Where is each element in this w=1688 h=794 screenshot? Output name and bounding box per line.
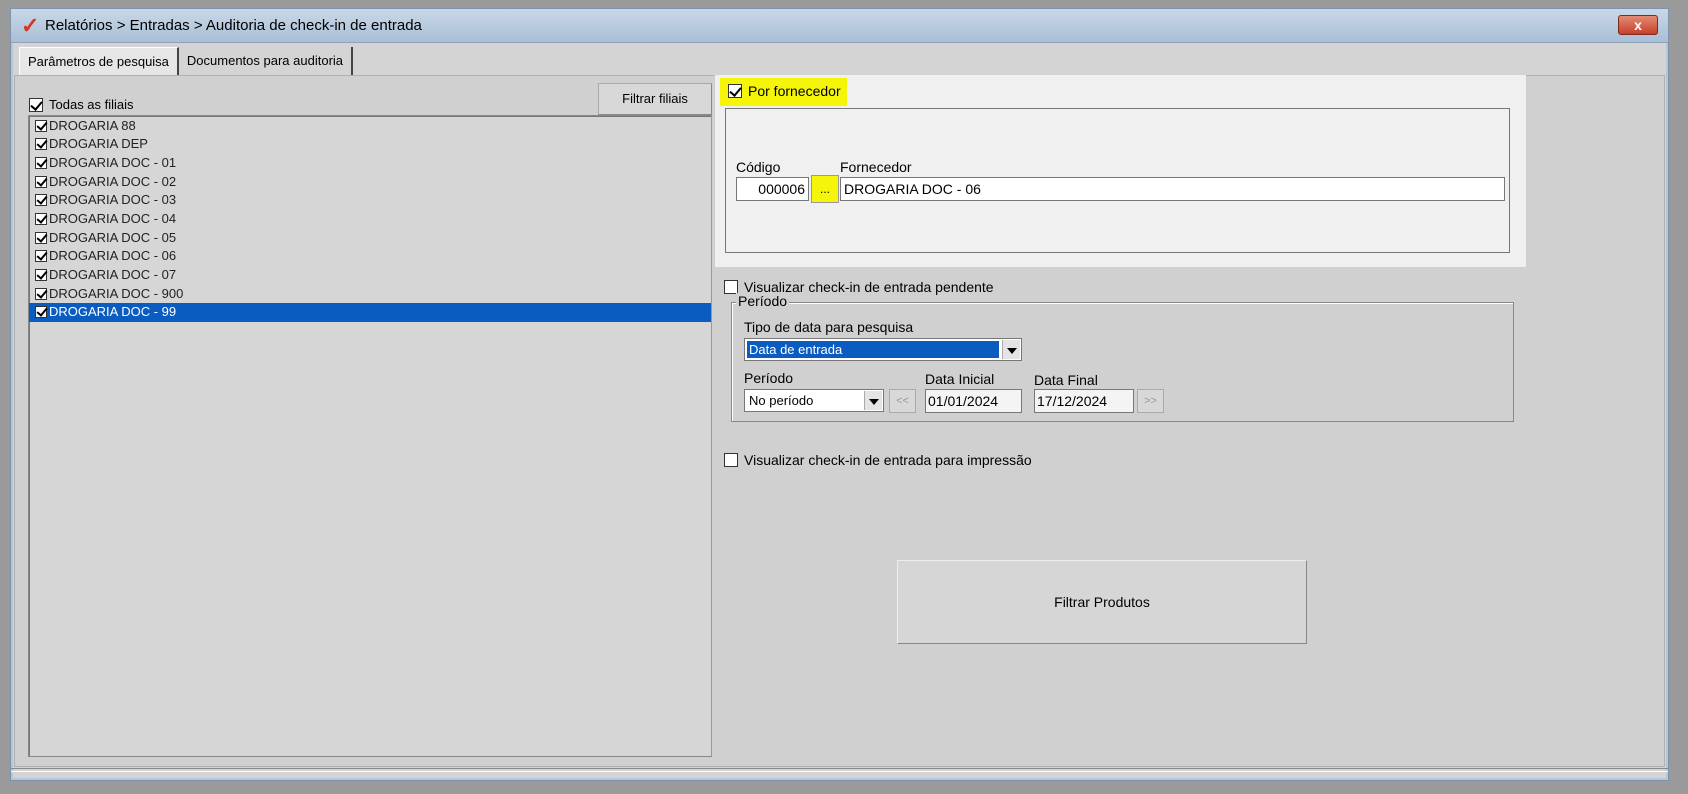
tab-strip: Parâmetros de pesquisa Documentos para a… [19,47,354,75]
branch-item[interactable]: DROGARIA DOC - 06 [29,247,711,266]
codigo-input[interactable] [736,177,809,201]
close-icon: x [1634,17,1642,33]
period-select[interactable]: No período [744,389,884,412]
print-checkin-label: Visualizar check-in de entrada para impr… [744,452,1032,469]
checkbox-checked-icon[interactable] [35,213,47,225]
all-branches-checkbox[interactable]: Todas as filiais [29,96,134,112]
branch-item[interactable]: DROGARIA DEP [29,135,711,154]
checkbox-checked-icon[interactable] [35,250,47,263]
window-title: Relatórios > Entradas > Auditoria de che… [45,17,422,34]
branch-label: DROGARIA DOC - 99 [49,304,177,320]
checkbox-checked-icon[interactable] [35,306,47,319]
branch-item[interactable]: DROGARIA DOC - 05 [29,228,711,247]
checkbox-checked-icon[interactable] [35,287,47,300]
checkbox-checked-icon[interactable] [35,231,47,244]
all-branches-label: Todas as filiais [49,97,134,113]
previous-period-button[interactable]: << [889,389,916,413]
branch-label: DROGARIA DOC - 900 [49,285,184,301]
start-date-label: Data Inicial [925,371,995,387]
branch-label: DROGARIA DOC - 04 [49,211,177,226]
by-supplier-checkbox[interactable]: Por fornecedor [720,78,847,106]
date-type-value: Data de entrada [747,341,999,358]
fornecedor-input[interactable] [840,177,1505,201]
fornecedor-label: Fornecedor [840,159,912,175]
period-legend: Período [736,293,790,309]
end-date-label: Data Final [1034,372,1098,388]
by-supplier-label: Por fornecedor [748,83,841,100]
branch-item-selected[interactable]: DROGARIA DOC - 99 [29,302,711,322]
tab-documentos-auditoria[interactable]: Documentos para auditoria [179,47,354,75]
start-date-input[interactable] [925,389,1022,413]
checkbox-checked-icon[interactable] [29,97,43,112]
period-value: No período [749,393,814,408]
filter-branches-button[interactable]: Filtrar filiais [598,83,712,115]
report-window: ✓ Relatórios > Entradas > Auditoria de c… [10,8,1669,781]
branch-item[interactable]: DROGARIA DOC - 900 [29,284,711,303]
branch-label: DROGARIA DOC - 05 [49,229,177,245]
branch-label: DROGARIA DOC - 07 [49,267,177,283]
branch-label: DROGARIA 88 [49,117,136,133]
next-period-button[interactable]: >> [1137,389,1164,413]
checkbox-checked-icon[interactable] [728,84,742,99]
checkbox-checked-icon[interactable] [35,119,47,132]
check-logo-icon: ✓ [21,13,40,38]
supplier-lookup-button[interactable]: ... [811,175,839,203]
tab-panel-parametros: Todas as filiais Filtrar filiais DROGARI… [14,75,1665,767]
close-button[interactable]: x [1618,15,1658,35]
branch-item[interactable]: DROGARIA 88 [29,116,711,135]
bottom-divider [11,768,1668,772]
branch-item[interactable]: DROGARIA DOC - 02 [29,172,711,191]
chevron-down-icon[interactable] [864,391,882,410]
date-type-select[interactable]: Data de entrada [744,338,1022,361]
checkbox-checked-icon[interactable] [35,194,47,207]
period-group-box: Período Tipo de data para pesquisa Data … [731,293,1514,422]
chevron-down-icon[interactable] [1002,340,1020,359]
branch-label: DROGARIA DOC - 06 [49,248,177,264]
branch-item[interactable]: DROGARIA DOC - 04 [29,209,711,228]
date-type-label: Tipo de data para pesquisa [744,319,914,335]
codigo-label: Código [736,159,781,175]
period-label: Período [744,370,794,386]
supplier-group-box: Código Fornecedor ... [725,108,1510,253]
checkbox-checked-icon[interactable] [35,138,47,151]
branch-list[interactable]: DROGARIA 88 DROGARIA DEP DROGARIA DOC - … [28,115,712,757]
checkbox-checked-icon[interactable] [35,175,47,188]
supplier-section: Por fornecedor Código Fornecedor ... [715,75,1526,267]
title-bar[interactable]: ✓ Relatórios > Entradas > Auditoria de c… [11,9,1668,43]
print-checkin-checkbox[interactable]: Visualizar check-in de entrada para impr… [724,451,1032,468]
branch-item[interactable]: DROGARIA DOC - 01 [29,153,711,172]
checkbox-checked-icon[interactable] [35,269,47,282]
branch-label: DROGARIA DOC - 01 [49,154,177,170]
branch-label: DROGARIA DOC - 03 [49,192,177,208]
branch-label: DROGARIA DEP [49,136,148,152]
checkbox-unchecked-icon[interactable] [724,453,738,468]
branch-item[interactable]: DROGARIA DOC - 07 [29,266,711,285]
branch-label: DROGARIA DOC - 02 [49,173,177,189]
filter-products-button[interactable]: Filtrar Produtos [897,560,1307,644]
checkbox-checked-icon[interactable] [35,156,47,169]
tab-parametros-pesquisa[interactable]: Parâmetros de pesquisa [19,47,179,75]
end-date-input[interactable] [1034,389,1134,413]
branch-item[interactable]: DROGARIA DOC - 03 [29,191,711,210]
